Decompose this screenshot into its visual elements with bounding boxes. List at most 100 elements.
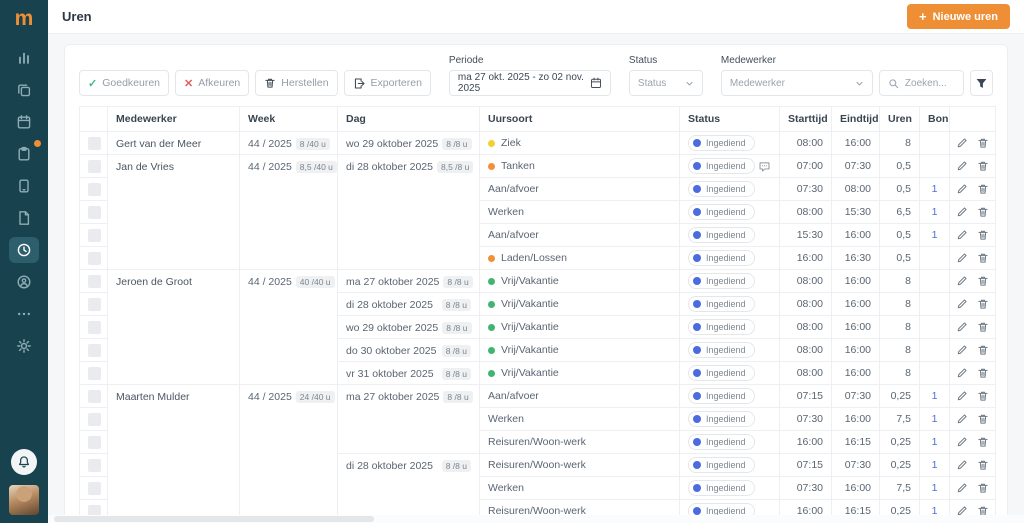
row-checkbox[interactable] <box>88 205 101 219</box>
export-button[interactable]: Exporteren <box>343 70 431 96</box>
row-checkbox[interactable] <box>88 159 101 173</box>
row-checkbox[interactable] <box>88 228 101 242</box>
row-checkbox[interactable] <box>88 136 101 150</box>
edit-icon[interactable] <box>956 344 968 356</box>
week-hours-badge: 8,5 /40 u <box>295 161 337 173</box>
edit-icon[interactable] <box>956 298 968 310</box>
delete-icon[interactable] <box>977 160 989 172</box>
bon-link[interactable] <box>919 292 950 316</box>
check-icon: ✓ <box>88 77 98 90</box>
uursoort-label: Werken <box>488 206 524 218</box>
bon-link[interactable]: 1 <box>919 177 950 201</box>
scrollbar-thumb[interactable] <box>54 516 374 522</box>
filter-button[interactable] <box>970 70 993 96</box>
actions-cell <box>949 177 996 201</box>
approve-button[interactable]: ✓ Goedkeuren <box>79 70 170 96</box>
sidebar-item-copy[interactable] <box>9 77 39 103</box>
edit-icon[interactable] <box>956 206 968 218</box>
actions-cell <box>949 292 996 316</box>
delete-icon[interactable] <box>977 252 989 264</box>
row-checkbox[interactable] <box>88 412 101 426</box>
sidebar-item-clipboard[interactable] <box>9 139 42 167</box>
status-badge: Ingediend <box>688 365 755 381</box>
edit-icon[interactable] <box>956 436 968 448</box>
bon-link[interactable]: 1 <box>919 407 950 431</box>
delete-icon[interactable] <box>977 206 989 218</box>
medewerker-select[interactable]: Medewerker <box>720 70 873 96</box>
uursoort-label: Ziek <box>501 137 521 149</box>
row-checkbox[interactable] <box>88 297 101 311</box>
delete-icon[interactable] <box>977 436 989 448</box>
delete-icon[interactable] <box>977 367 989 379</box>
edit-icon[interactable] <box>956 482 968 494</box>
notifications-button[interactable] <box>11 449 37 475</box>
comment-icon[interactable] <box>758 160 771 173</box>
delete-icon[interactable] <box>977 482 989 494</box>
row-checkbox[interactable] <box>88 274 101 288</box>
delete-icon[interactable] <box>977 275 989 287</box>
uursoort-cell: Aan/afvoer <box>479 177 680 201</box>
row-checkbox[interactable] <box>88 435 101 449</box>
bon-link[interactable]: 1 <box>919 200 950 224</box>
search-input[interactable] <box>904 77 956 89</box>
edit-icon[interactable] <box>956 275 968 287</box>
edit-icon[interactable] <box>956 367 968 379</box>
delete-icon[interactable] <box>977 298 989 310</box>
sidebar-item-calendar[interactable] <box>9 109 39 135</box>
edit-icon[interactable] <box>956 252 968 264</box>
edit-icon[interactable] <box>956 160 968 172</box>
new-hours-button[interactable]: + Nieuwe uren <box>907 4 1010 29</box>
status-select[interactable]: Status <box>628 70 703 96</box>
bon-link[interactable] <box>919 154 950 178</box>
reject-button[interactable]: ✕ Afkeuren <box>175 70 250 96</box>
bon-link[interactable]: 1 <box>919 223 950 247</box>
edit-icon[interactable] <box>956 321 968 333</box>
row-checkbox[interactable] <box>88 182 101 196</box>
status-badge: Ingediend <box>688 342 755 358</box>
edit-icon[interactable] <box>956 413 968 425</box>
delete-icon[interactable] <box>977 137 989 149</box>
horizontal-scrollbar[interactable] <box>48 515 1024 523</box>
row-checkbox[interactable] <box>88 251 101 265</box>
edit-icon[interactable] <box>956 183 968 195</box>
bon-link[interactable] <box>919 131 950 155</box>
bon-link[interactable]: 1 <box>919 476 950 500</box>
row-checkbox[interactable] <box>88 366 101 380</box>
row-checkbox[interactable] <box>88 458 101 472</box>
row-checkbox[interactable] <box>88 481 101 495</box>
sidebar-item-document[interactable] <box>9 205 39 231</box>
sidebar-item-device[interactable] <box>9 173 39 199</box>
sidebar-item-ellipsis[interactable] <box>9 301 39 327</box>
bon-link[interactable] <box>919 338 950 362</box>
user-avatar[interactable] <box>9 485 39 515</box>
delete-icon[interactable] <box>977 413 989 425</box>
sidebar-item-gear[interactable] <box>9 333 39 359</box>
bon-link[interactable] <box>919 315 950 339</box>
sidebar-item-bar-chart[interactable] <box>9 45 39 71</box>
edit-icon[interactable] <box>956 459 968 471</box>
sidebar: m <box>0 0 48 523</box>
bon-link[interactable] <box>919 361 950 385</box>
delete-icon[interactable] <box>977 459 989 471</box>
sidebar-item-clock[interactable] <box>9 237 39 263</box>
delete-icon[interactable] <box>977 390 989 402</box>
uren-cell: 8 <box>879 315 920 339</box>
edit-icon[interactable] <box>956 137 968 149</box>
bon-link[interactable]: 1 <box>919 430 950 454</box>
edit-icon[interactable] <box>956 390 968 402</box>
row-checkbox[interactable] <box>88 320 101 334</box>
delete-icon[interactable] <box>977 321 989 333</box>
bon-link[interactable] <box>919 269 950 293</box>
bon-link[interactable]: 1 <box>919 453 950 477</box>
date-range-input[interactable]: ma 27 okt. 2025 - zo 02 nov. 2025 <box>448 70 611 96</box>
delete-icon[interactable] <box>977 229 989 241</box>
delete-icon[interactable] <box>977 344 989 356</box>
row-checkbox[interactable] <box>88 343 101 357</box>
bon-link[interactable]: 1 <box>919 384 950 408</box>
sidebar-item-user-circle[interactable] <box>9 269 39 295</box>
edit-icon[interactable] <box>956 229 968 241</box>
restore-button[interactable]: Herstellen <box>255 70 338 96</box>
bon-link[interactable] <box>919 246 950 270</box>
delete-icon[interactable] <box>977 183 989 195</box>
row-checkbox[interactable] <box>88 389 101 403</box>
